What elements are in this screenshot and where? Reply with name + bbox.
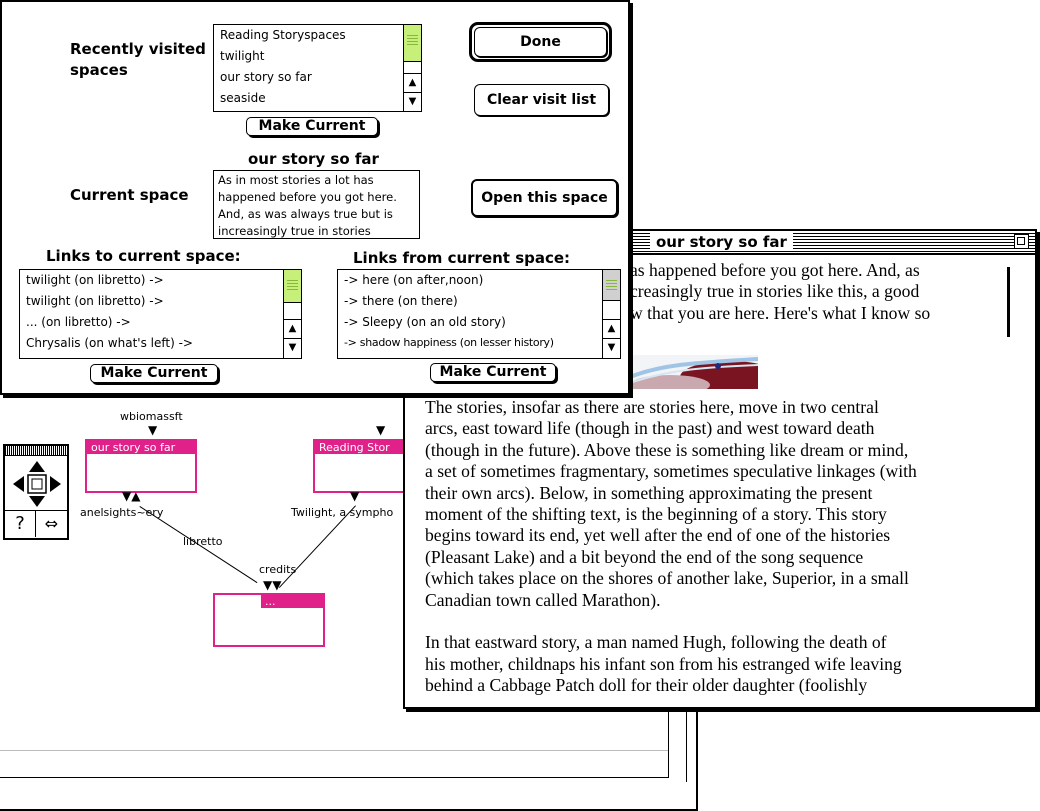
text-line: arcs, east toward life (though in the pa…: [425, 418, 875, 438]
text-line: as happened before you got here. And, as: [630, 260, 920, 280]
link-follow-icon[interactable]: ⇔: [36, 510, 67, 537]
preview-line: happened before you got here.: [218, 190, 397, 204]
map-node-reading[interactable]: Reading Stor: [313, 439, 409, 493]
list-item[interactable]: -> here (on after,noon): [344, 273, 483, 287]
down-arrow-icon: ▼: [376, 423, 386, 437]
link-arrows-icon: ▼▼: [263, 578, 282, 592]
recent-spaces-list[interactable]: Reading Storyspaces twilight our story s…: [213, 24, 422, 112]
links-to-label: Links to current space:: [46, 247, 241, 265]
tool-palette: ? ⇔: [3, 444, 69, 540]
current-space-label: Current space: [70, 186, 189, 204]
map-label: libretto: [183, 535, 223, 548]
text-line: creasingly true in stories like this, a …: [630, 281, 920, 301]
done-button-frame: Done: [469, 22, 612, 62]
preview-line: increasingly true in stories: [218, 224, 371, 238]
links-from-list[interactable]: -> here (on after,noon) -> there (on the…: [337, 269, 621, 359]
recent-label-line2: spaces: [70, 61, 128, 79]
make-current-recent-button[interactable]: Make Current: [246, 117, 378, 136]
map-inner-edge: [0, 750, 668, 751]
map-label: wbiomassft: [120, 410, 183, 423]
preview-line: And, as was always true but is: [218, 207, 393, 221]
preview-line: As in most stories a lot has: [218, 173, 374, 187]
help-icon[interactable]: ?: [5, 510, 36, 537]
list-item[interactable]: -> shadow happiness (on lesser history): [344, 336, 554, 349]
text-line: The stories, insofar as there are storie…: [425, 397, 879, 417]
text-line: a set of sometimes fragmentary, sometime…: [425, 461, 917, 481]
make-current-links-to-button[interactable]: Make Current: [90, 364, 218, 383]
text-line: his mother, childnaps his infant son fro…: [425, 654, 902, 674]
list-item[interactable]: twilight (on libretto) ->: [26, 273, 164, 287]
list-item[interactable]: our story so far: [220, 70, 312, 84]
text-line: moment of the shifting text, is the begi…: [425, 504, 887, 524]
link-arrow-icon: ▼: [350, 489, 360, 503]
navigation-arrows-icon[interactable]: [12, 460, 62, 508]
list-item[interactable]: seaside: [220, 91, 266, 105]
current-space-preview: As in most stories a lot has happened be…: [213, 170, 420, 239]
link-arrows-icon: ▼▲: [122, 489, 141, 503]
list-item[interactable]: ... (on libretto) ->: [26, 315, 131, 329]
map-node-ellipsis[interactable]: ...: [213, 593, 325, 647]
scroll-down-icon[interactable]: ▼: [284, 338, 301, 357]
palette-titlebar[interactable]: [5, 446, 67, 456]
text-line: (though in the future). Above these is s…: [425, 440, 909, 460]
scrollbar[interactable]: ▲ ▼: [283, 270, 301, 358]
list-item[interactable]: twilight (on libretto) ->: [26, 294, 164, 308]
scroll-thumb[interactable]: [603, 270, 620, 301]
list-item[interactable]: -> there (on there): [344, 294, 458, 308]
scroll-down-icon[interactable]: ▼: [404, 92, 421, 111]
make-current-links-from-button[interactable]: Make Current: [430, 363, 556, 382]
text-line: Canadian town called Marathon).: [425, 590, 661, 610]
text-cursor-bar: [1007, 267, 1010, 337]
text-line: w that you are here. Here's what I know …: [630, 303, 931, 323]
map-horizontal-scrollbar-edge: [0, 777, 668, 778]
node-title: Reading Stor: [315, 441, 407, 454]
list-item[interactable]: Reading Storyspaces: [220, 28, 346, 42]
map-label: anelsights~ery: [80, 506, 164, 519]
clear-visit-list-button[interactable]: Clear visit list: [474, 84, 609, 116]
zoom-box-icon[interactable]: [1014, 234, 1029, 249]
text-line: (which takes place on the shores of anot…: [425, 568, 909, 588]
text-line: begins toward its end, yet well after th…: [425, 525, 891, 545]
scroll-down-icon[interactable]: ▼: [603, 338, 620, 357]
scrollbar[interactable]: ▲ ▼: [602, 270, 620, 358]
visit-dialog: Recently visited spaces Reading Storyspa…: [0, 0, 630, 395]
list-item[interactable]: twilight: [220, 49, 264, 63]
embedded-image: [630, 355, 758, 389]
scroll-thumb[interactable]: [404, 25, 421, 62]
recent-label-line1: Recently visited: [70, 40, 206, 58]
node-title: our story so far: [87, 441, 195, 454]
open-this-space-button[interactable]: Open this space: [471, 179, 618, 217]
text-line: their own arcs). Below, in something app…: [425, 483, 873, 503]
list-item[interactable]: -> Sleepy (on an old story): [344, 315, 506, 329]
text-line: behind a Cabbage Patch doll for their ol…: [425, 675, 868, 695]
links-from-label: Links from current space:: [353, 249, 571, 267]
map-label: Twilight, a sympho: [291, 506, 394, 519]
links-to-list[interactable]: twilight (on libretto) -> twilight (on l…: [19, 269, 302, 359]
scroll-thumb[interactable]: [284, 270, 301, 303]
down-arrow-icon: ▼: [148, 423, 158, 437]
scroll-up-icon[interactable]: ▲: [284, 319, 301, 338]
done-button[interactable]: Done: [474, 27, 607, 57]
scroll-up-icon[interactable]: ▲: [404, 73, 421, 92]
text-line: In that eastward story, a man named Hugh…: [425, 632, 887, 652]
scroll-up-icon[interactable]: ▲: [603, 319, 620, 338]
map-node-our-story[interactable]: our story so far: [85, 439, 197, 493]
current-space-name: our story so far: [248, 150, 379, 168]
text-line: (Pleasant Lake) and a bit beyond the end…: [425, 547, 864, 567]
map-label: credits: [259, 563, 297, 576]
list-item[interactable]: Chrysalis (on what's left) ->: [26, 336, 193, 350]
scrollbar[interactable]: ▲ ▼: [403, 25, 421, 111]
node-title: ...: [261, 595, 323, 608]
window-title: our story so far: [650, 233, 793, 251]
